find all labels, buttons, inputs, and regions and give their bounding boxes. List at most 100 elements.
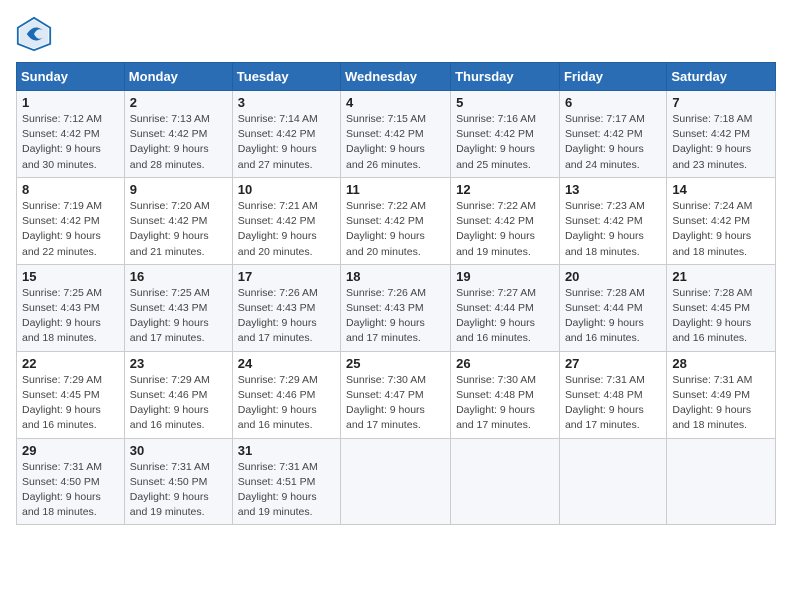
day-info: Sunrise: 7:21 AMSunset: 4:42 PMDaylight:…	[238, 200, 318, 258]
day-number: 22	[22, 356, 119, 371]
calendar-cell: 16 Sunrise: 7:25 AMSunset: 4:43 PMDaylig…	[124, 264, 232, 351]
calendar-week-row: 22 Sunrise: 7:29 AMSunset: 4:45 PMDaylig…	[17, 351, 776, 438]
day-number: 9	[130, 182, 227, 197]
calendar-cell: 15 Sunrise: 7:25 AMSunset: 4:43 PMDaylig…	[17, 264, 125, 351]
day-info: Sunrise: 7:30 AMSunset: 4:47 PMDaylight:…	[346, 374, 426, 432]
day-number: 17	[238, 269, 335, 284]
calendar-cell: 17 Sunrise: 7:26 AMSunset: 4:43 PMDaylig…	[232, 264, 340, 351]
day-number: 25	[346, 356, 445, 371]
calendar-cell: 11 Sunrise: 7:22 AMSunset: 4:42 PMDaylig…	[341, 177, 451, 264]
calendar-cell: 26 Sunrise: 7:30 AMSunset: 4:48 PMDaylig…	[451, 351, 560, 438]
calendar-header-sunday: Sunday	[17, 63, 125, 91]
calendar-header-thursday: Thursday	[451, 63, 560, 91]
calendar-week-row: 29 Sunrise: 7:31 AMSunset: 4:50 PMDaylig…	[17, 438, 776, 525]
day-number: 5	[456, 95, 554, 110]
day-number: 18	[346, 269, 445, 284]
day-number: 20	[565, 269, 661, 284]
day-info: Sunrise: 7:17 AMSunset: 4:42 PMDaylight:…	[565, 113, 645, 171]
calendar-cell: 27 Sunrise: 7:31 AMSunset: 4:48 PMDaylig…	[559, 351, 666, 438]
day-number: 6	[565, 95, 661, 110]
day-info: Sunrise: 7:25 AMSunset: 4:43 PMDaylight:…	[130, 287, 210, 345]
day-info: Sunrise: 7:19 AMSunset: 4:42 PMDaylight:…	[22, 200, 102, 258]
day-info: Sunrise: 7:29 AMSunset: 4:45 PMDaylight:…	[22, 374, 102, 432]
calendar-header-row: SundayMondayTuesdayWednesdayThursdayFrid…	[17, 63, 776, 91]
day-info: Sunrise: 7:28 AMSunset: 4:44 PMDaylight:…	[565, 287, 645, 345]
day-number: 30	[130, 443, 227, 458]
calendar-header-friday: Friday	[559, 63, 666, 91]
calendar-cell: 7 Sunrise: 7:18 AMSunset: 4:42 PMDayligh…	[667, 91, 776, 178]
day-number: 29	[22, 443, 119, 458]
calendar-cell: 30 Sunrise: 7:31 AMSunset: 4:50 PMDaylig…	[124, 438, 232, 525]
calendar-cell: 2 Sunrise: 7:13 AMSunset: 4:42 PMDayligh…	[124, 91, 232, 178]
calendar-cell: 24 Sunrise: 7:29 AMSunset: 4:46 PMDaylig…	[232, 351, 340, 438]
day-info: Sunrise: 7:13 AMSunset: 4:42 PMDaylight:…	[130, 113, 210, 171]
calendar-cell: 9 Sunrise: 7:20 AMSunset: 4:42 PMDayligh…	[124, 177, 232, 264]
day-info: Sunrise: 7:31 AMSunset: 4:48 PMDaylight:…	[565, 374, 645, 432]
calendar-cell: 13 Sunrise: 7:23 AMSunset: 4:42 PMDaylig…	[559, 177, 666, 264]
day-info: Sunrise: 7:31 AMSunset: 4:49 PMDaylight:…	[672, 374, 752, 432]
day-info: Sunrise: 7:31 AMSunset: 4:51 PMDaylight:…	[238, 461, 318, 519]
calendar-cell: 28 Sunrise: 7:31 AMSunset: 4:49 PMDaylig…	[667, 351, 776, 438]
calendar-cell: 23 Sunrise: 7:29 AMSunset: 4:46 PMDaylig…	[124, 351, 232, 438]
calendar-cell	[341, 438, 451, 525]
page-header	[16, 16, 776, 52]
day-info: Sunrise: 7:14 AMSunset: 4:42 PMDaylight:…	[238, 113, 318, 171]
calendar-cell: 18 Sunrise: 7:26 AMSunset: 4:43 PMDaylig…	[341, 264, 451, 351]
day-number: 23	[130, 356, 227, 371]
day-info: Sunrise: 7:22 AMSunset: 4:42 PMDaylight:…	[456, 200, 536, 258]
day-number: 21	[672, 269, 770, 284]
day-info: Sunrise: 7:18 AMSunset: 4:42 PMDaylight:…	[672, 113, 752, 171]
day-number: 3	[238, 95, 335, 110]
day-number: 7	[672, 95, 770, 110]
logo	[16, 16, 56, 52]
calendar-cell: 10 Sunrise: 7:21 AMSunset: 4:42 PMDaylig…	[232, 177, 340, 264]
day-info: Sunrise: 7:22 AMSunset: 4:42 PMDaylight:…	[346, 200, 426, 258]
day-number: 1	[22, 95, 119, 110]
day-number: 16	[130, 269, 227, 284]
day-info: Sunrise: 7:23 AMSunset: 4:42 PMDaylight:…	[565, 200, 645, 258]
calendar-cell: 31 Sunrise: 7:31 AMSunset: 4:51 PMDaylig…	[232, 438, 340, 525]
calendar-cell: 6 Sunrise: 7:17 AMSunset: 4:42 PMDayligh…	[559, 91, 666, 178]
day-number: 31	[238, 443, 335, 458]
day-number: 13	[565, 182, 661, 197]
day-info: Sunrise: 7:25 AMSunset: 4:43 PMDaylight:…	[22, 287, 102, 345]
calendar-cell	[559, 438, 666, 525]
calendar-cell: 19 Sunrise: 7:27 AMSunset: 4:44 PMDaylig…	[451, 264, 560, 351]
day-number: 11	[346, 182, 445, 197]
day-number: 8	[22, 182, 119, 197]
day-info: Sunrise: 7:31 AMSunset: 4:50 PMDaylight:…	[22, 461, 102, 519]
day-number: 2	[130, 95, 227, 110]
calendar-cell: 12 Sunrise: 7:22 AMSunset: 4:42 PMDaylig…	[451, 177, 560, 264]
day-info: Sunrise: 7:30 AMSunset: 4:48 PMDaylight:…	[456, 374, 536, 432]
day-number: 26	[456, 356, 554, 371]
calendar-week-row: 8 Sunrise: 7:19 AMSunset: 4:42 PMDayligh…	[17, 177, 776, 264]
calendar-cell: 25 Sunrise: 7:30 AMSunset: 4:47 PMDaylig…	[341, 351, 451, 438]
calendar-cell: 29 Sunrise: 7:31 AMSunset: 4:50 PMDaylig…	[17, 438, 125, 525]
day-info: Sunrise: 7:16 AMSunset: 4:42 PMDaylight:…	[456, 113, 536, 171]
calendar-cell: 8 Sunrise: 7:19 AMSunset: 4:42 PMDayligh…	[17, 177, 125, 264]
calendar-cell: 22 Sunrise: 7:29 AMSunset: 4:45 PMDaylig…	[17, 351, 125, 438]
day-info: Sunrise: 7:29 AMSunset: 4:46 PMDaylight:…	[238, 374, 318, 432]
day-info: Sunrise: 7:20 AMSunset: 4:42 PMDaylight:…	[130, 200, 210, 258]
day-number: 28	[672, 356, 770, 371]
day-info: Sunrise: 7:26 AMSunset: 4:43 PMDaylight:…	[238, 287, 318, 345]
calendar-header-wednesday: Wednesday	[341, 63, 451, 91]
day-info: Sunrise: 7:15 AMSunset: 4:42 PMDaylight:…	[346, 113, 426, 171]
calendar-header-monday: Monday	[124, 63, 232, 91]
day-number: 4	[346, 95, 445, 110]
day-info: Sunrise: 7:26 AMSunset: 4:43 PMDaylight:…	[346, 287, 426, 345]
calendar-cell: 14 Sunrise: 7:24 AMSunset: 4:42 PMDaylig…	[667, 177, 776, 264]
calendar-week-row: 1 Sunrise: 7:12 AMSunset: 4:42 PMDayligh…	[17, 91, 776, 178]
calendar-header-saturday: Saturday	[667, 63, 776, 91]
calendar-cell: 5 Sunrise: 7:16 AMSunset: 4:42 PMDayligh…	[451, 91, 560, 178]
day-number: 10	[238, 182, 335, 197]
calendar-cell: 21 Sunrise: 7:28 AMSunset: 4:45 PMDaylig…	[667, 264, 776, 351]
day-number: 14	[672, 182, 770, 197]
day-number: 24	[238, 356, 335, 371]
day-info: Sunrise: 7:29 AMSunset: 4:46 PMDaylight:…	[130, 374, 210, 432]
day-number: 12	[456, 182, 554, 197]
day-info: Sunrise: 7:31 AMSunset: 4:50 PMDaylight:…	[130, 461, 210, 519]
calendar-cell	[667, 438, 776, 525]
day-info: Sunrise: 7:27 AMSunset: 4:44 PMDaylight:…	[456, 287, 536, 345]
day-number: 15	[22, 269, 119, 284]
